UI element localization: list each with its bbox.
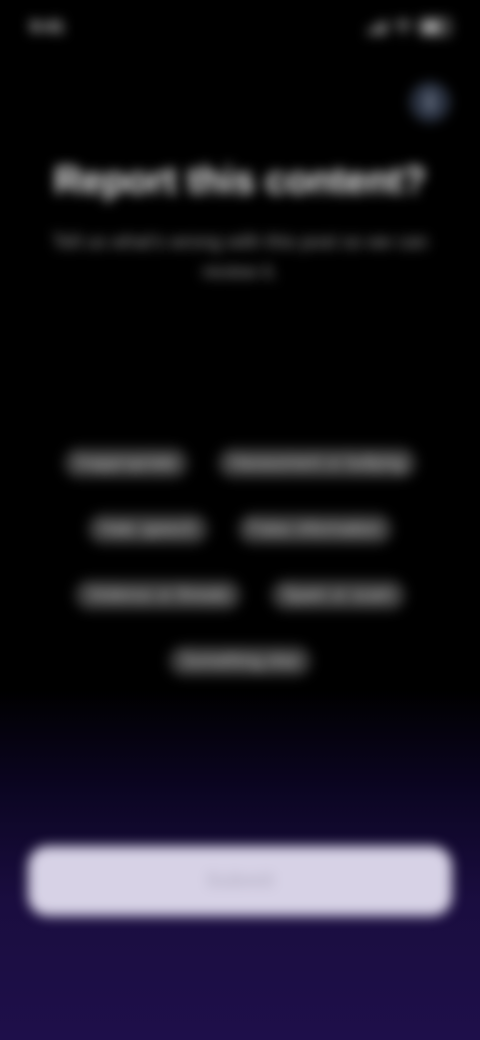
- reason-chip-inappropriate[interactable]: Inappropriate: [63, 448, 189, 478]
- reason-chip-harassment[interactable]: Harassment or bullying: [218, 448, 417, 478]
- status-time: 9:41: [30, 17, 65, 36]
- status-left: 9:41: [30, 17, 64, 37]
- submit-button[interactable]: Submit: [28, 846, 452, 916]
- report-screen: 9:41 i Report this content? Tell us what…: [0, 0, 480, 1040]
- submit-button-label: Submit: [206, 869, 274, 892]
- reason-chip-false-information[interactable]: False information: [237, 514, 392, 544]
- wifi-icon: [394, 20, 412, 34]
- battery-icon: [420, 19, 450, 35]
- reason-chip-hate-speech[interactable]: Hate speech: [88, 514, 208, 544]
- info-icon[interactable]: i: [410, 82, 450, 122]
- blurred-content: 9:41 i Report this content? Tell us what…: [0, 0, 480, 1040]
- reason-chip-violence[interactable]: Violence or threats: [75, 580, 241, 610]
- signal-icon: [368, 20, 386, 34]
- status-right: [368, 19, 450, 35]
- reason-chip-list: Inappropriate Harassment or bullying Hat…: [20, 448, 460, 676]
- reason-chip-spam[interactable]: Spam or scam: [270, 580, 405, 610]
- reason-chip-other[interactable]: Something else: [169, 646, 311, 676]
- page-title: Report this content?: [54, 160, 426, 202]
- info-glyph: i: [425, 89, 435, 115]
- status-bar: 9:41: [30, 14, 450, 40]
- page-subtitle: Tell us what's wrong with this post so w…: [52, 232, 428, 283]
